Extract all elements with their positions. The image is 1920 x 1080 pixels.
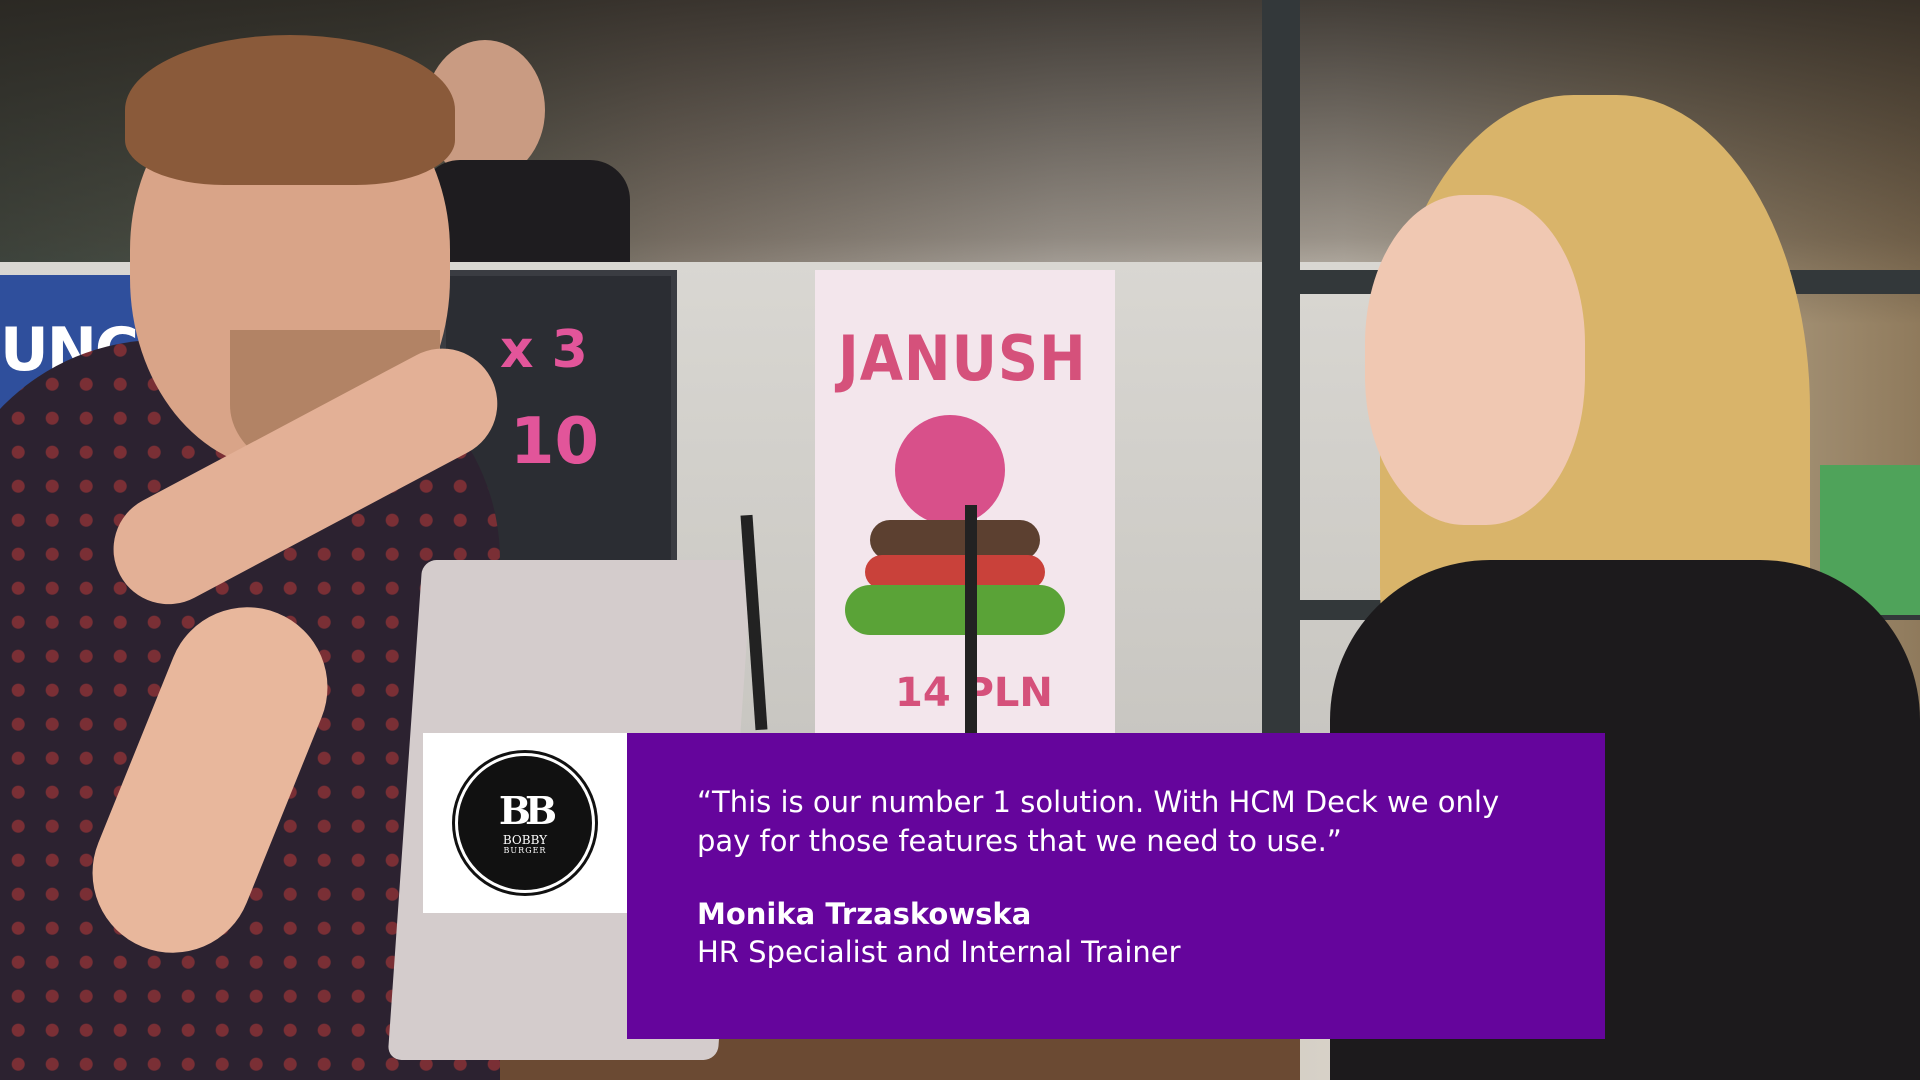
bobby-burger-logo: BB BOBBY BURGER — [455, 753, 595, 893]
quote-panel: “This is our number 1 solution. With HCM… — [627, 733, 1605, 1039]
woman-face — [1365, 195, 1585, 525]
metal-pole — [1262, 0, 1300, 740]
straw-right — [965, 505, 977, 735]
company-logo-box: BB BOBBY BURGER — [423, 733, 627, 913]
chalkboard-price: 10 — [510, 405, 600, 479]
man-hair — [125, 35, 455, 185]
burger-patty-illustration — [870, 520, 1040, 560]
logo-sub: BURGER — [503, 845, 547, 855]
poster-title: JANUSH — [838, 322, 1087, 395]
logo-monogram: BB — [498, 787, 557, 833]
logo-name: BOBBY — [502, 832, 548, 847]
testimonial-quote: “This is our number 1 solution. With HCM… — [697, 785, 1500, 858]
barista-body — [420, 160, 630, 270]
burger-bun-illustration — [895, 415, 1005, 525]
burger-lettuce-illustration — [845, 585, 1065, 635]
author-title: HR Specialist and Internal Trainer — [697, 935, 1181, 969]
testimonial-card: BB BOBBY BURGER “This is our number 1 so… — [423, 733, 1605, 1039]
chalkboard-top-text: x 3 — [500, 320, 588, 380]
burger-tomato-illustration — [865, 555, 1045, 589]
author-name: Monika Trzaskowska — [697, 897, 1032, 931]
